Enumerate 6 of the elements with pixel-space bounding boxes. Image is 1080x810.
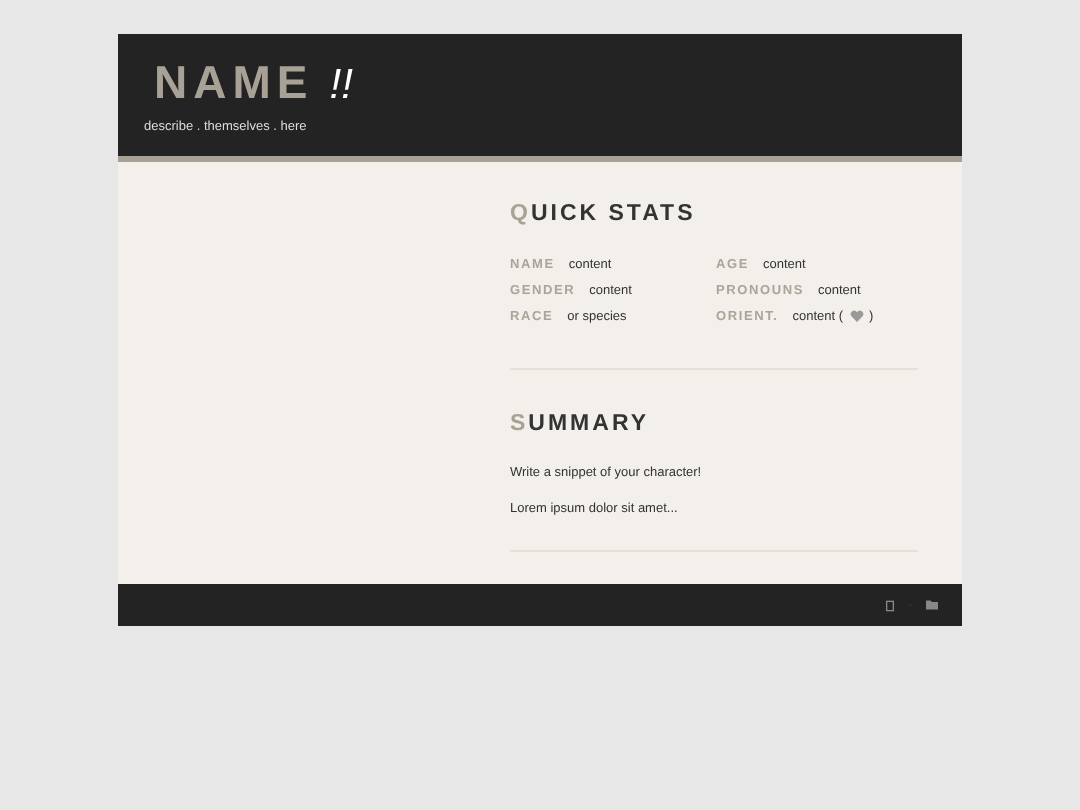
heart-icon xyxy=(849,310,864,322)
title-mark: !! xyxy=(329,60,353,112)
section-heading: QUICK STATS xyxy=(510,200,698,228)
section-heading: SUMMARY xyxy=(510,410,651,438)
page-title: NAME xyxy=(154,56,314,110)
folder-icon[interactable] xyxy=(926,600,938,610)
